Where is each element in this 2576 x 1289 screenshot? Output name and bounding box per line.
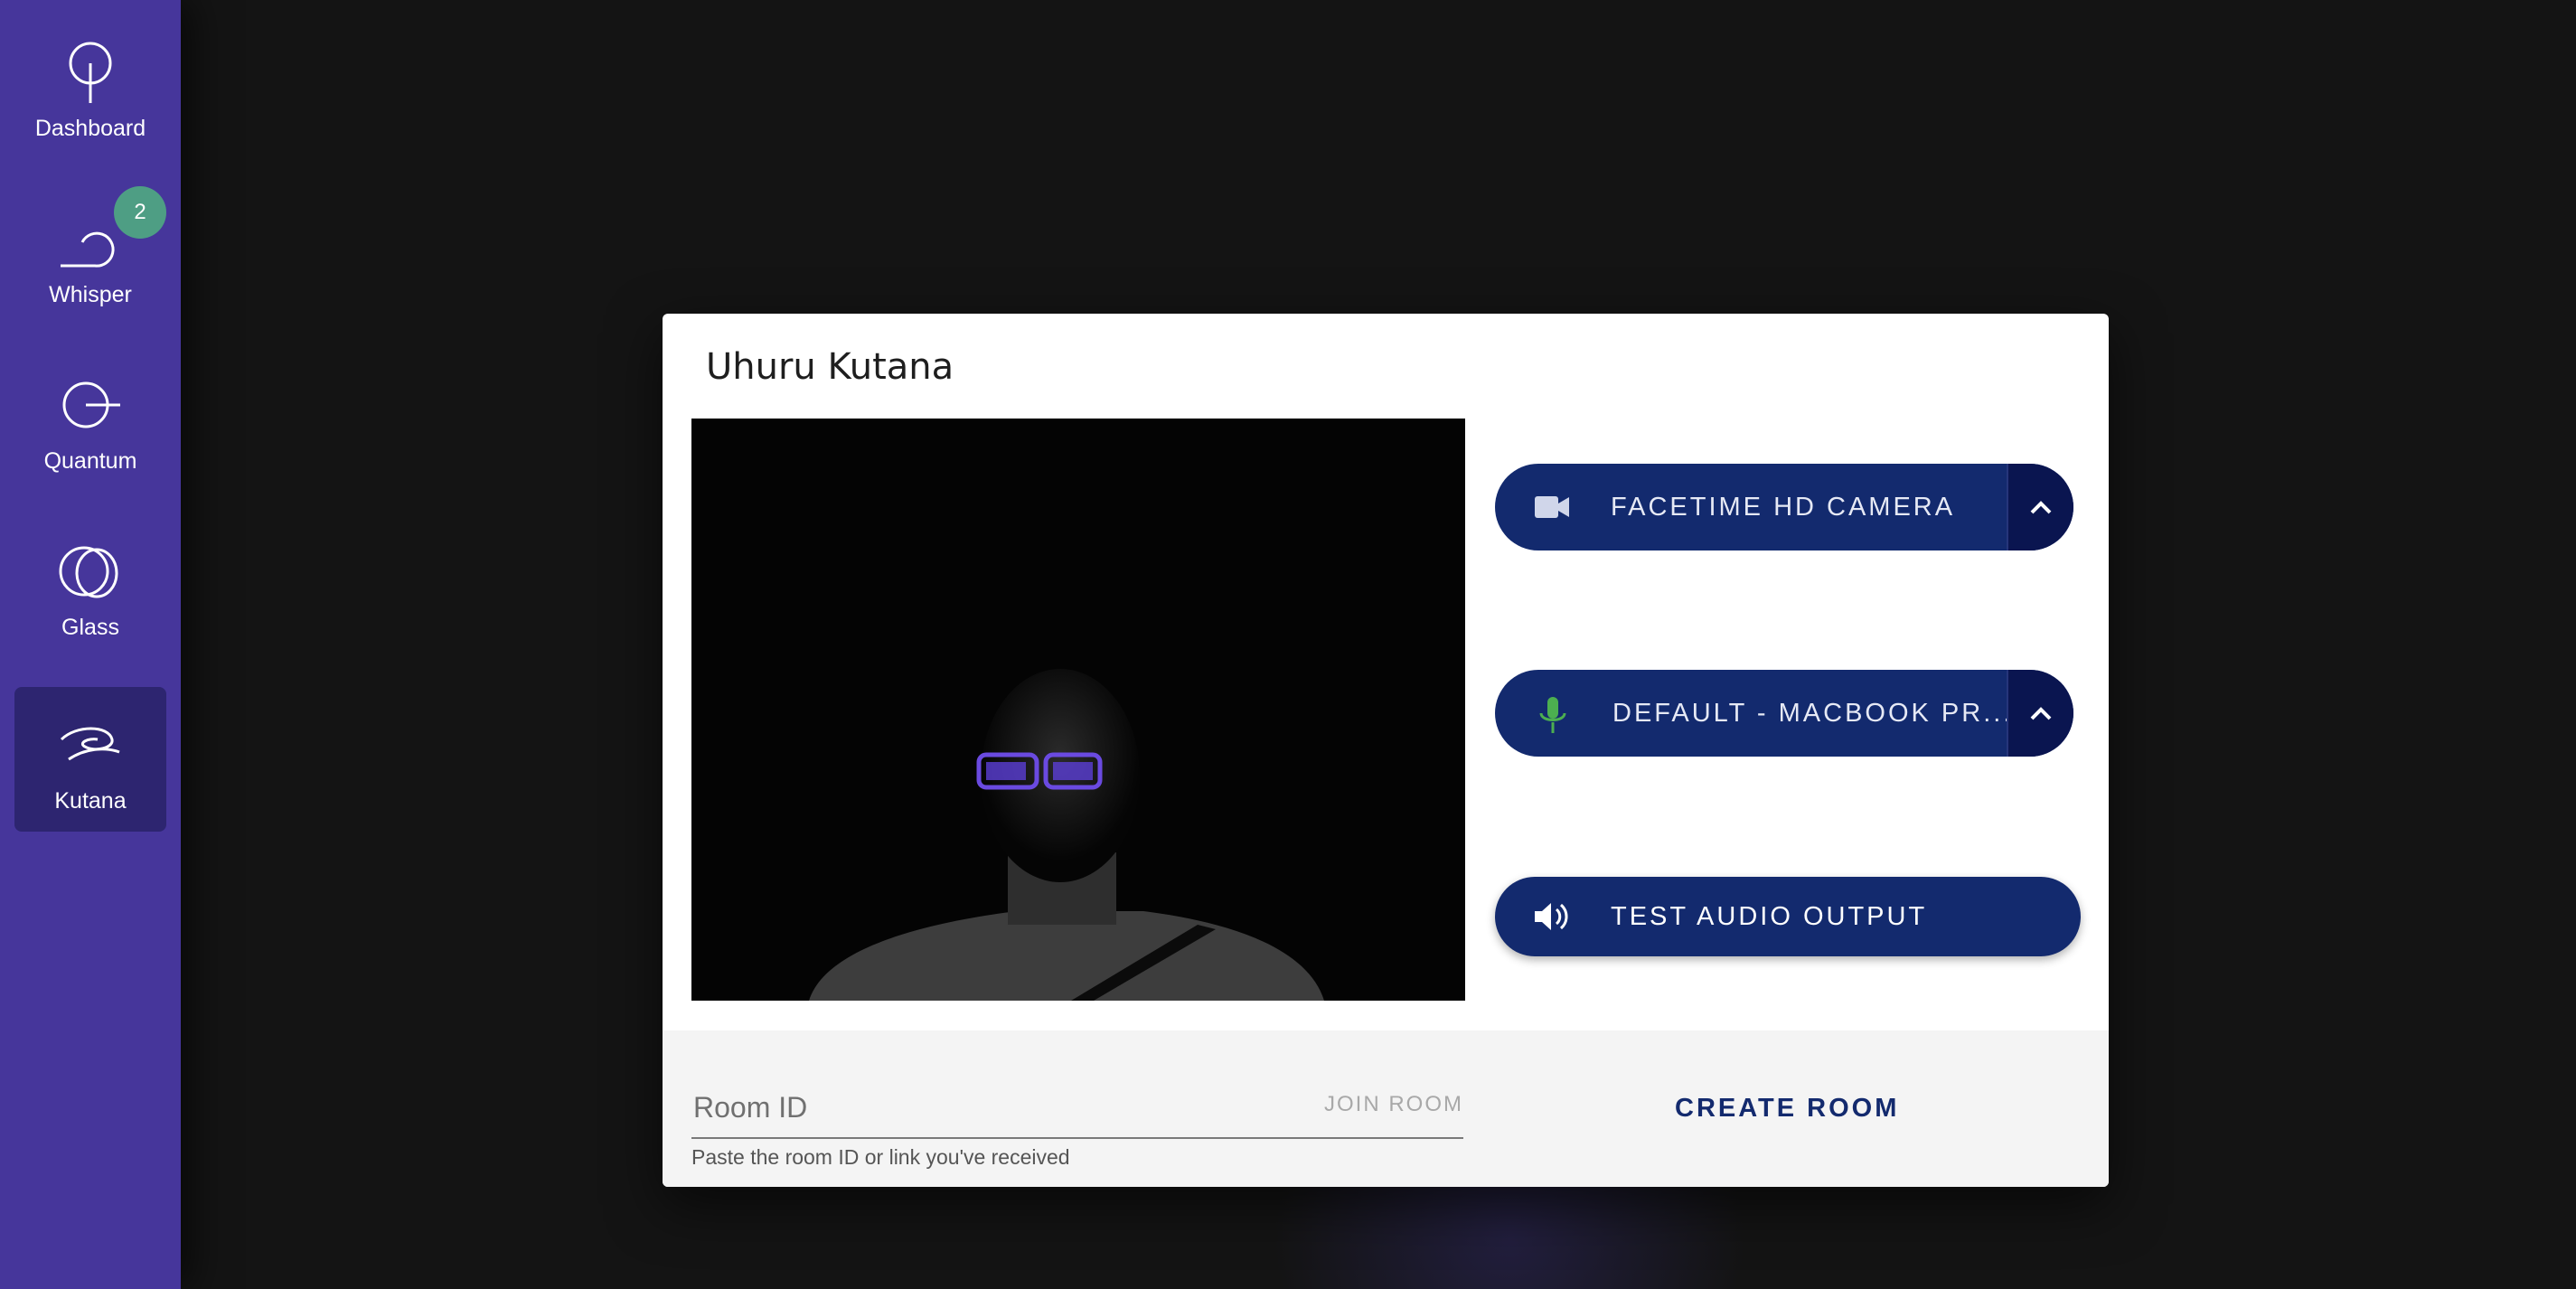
quantum-icon [62,381,120,428]
camera-preview-image [691,419,1465,1001]
video-camera-icon [1535,496,1569,518]
sidebar-item-dashboard[interactable]: Dashboard [14,14,166,159]
kutana-icon [60,727,120,761]
room-id-input[interactable] [691,1081,1274,1134]
sidebar-nav: Dashboard Whisper 2 Quantum Glass Kutana [0,0,181,1289]
room-id-helper-text: Paste the room ID or link you've receive… [691,1145,1070,1169]
dialog-footer: JOIN ROOM Paste the room ID or link you'… [663,1030,2109,1187]
sidebar-item-label: Kutana [54,788,127,814]
microphone-select-label: DEFAULT - MACBOOK PR... [1612,699,2014,728]
camera-select-button[interactable]: FACETIME HD CAMERA [1495,464,2073,550]
microphone-select-button[interactable]: DEFAULT - MACBOOK PR... [1495,670,2073,757]
microphone-dropdown-toggle[interactable] [2007,670,2073,757]
sidebar-item-kutana[interactable]: Kutana [14,687,166,832]
whisper-icon [61,231,115,268]
test-audio-output-button[interactable]: TEST AUDIO OUTPUT [1495,877,2081,956]
dashboard-icon [69,42,112,103]
sidebar-item-quantum[interactable]: Quantum [14,347,166,492]
notification-badge: 2 [114,186,166,239]
chevron-up-icon [2030,501,2052,514]
dialog-title: Uhuru Kutana [706,346,954,388]
create-room-button[interactable]: CREATE ROOM [1675,1094,1899,1124]
join-room-button[interactable]: JOIN ROOM [1324,1092,1463,1117]
sidebar-item-glass[interactable]: Glass [14,513,166,658]
test-audio-output-label: TEST AUDIO OUTPUT [1611,902,1928,931]
sidebar-item-label: Dashboard [34,116,146,141]
sidebar-item-label: Quantum [43,448,137,474]
chevron-up-icon [2030,707,2052,720]
sidebar-item-label: Whisper [49,282,132,307]
camera-dropdown-toggle[interactable] [2007,464,2073,550]
speaker-icon [1535,903,1568,930]
camera-preview [691,419,1465,1001]
camera-select-label: FACETIME HD CAMERA [1611,493,1956,522]
room-setup-dialog: Uhuru Kutana FACETIME HD CAMERA DEFAULT … [663,314,2109,1187]
room-id-field: JOIN ROOM [691,1081,1463,1139]
glass-icon [59,546,118,598]
sidebar-item-label: Glass [61,615,119,640]
microphone-icon [1539,697,1566,733]
